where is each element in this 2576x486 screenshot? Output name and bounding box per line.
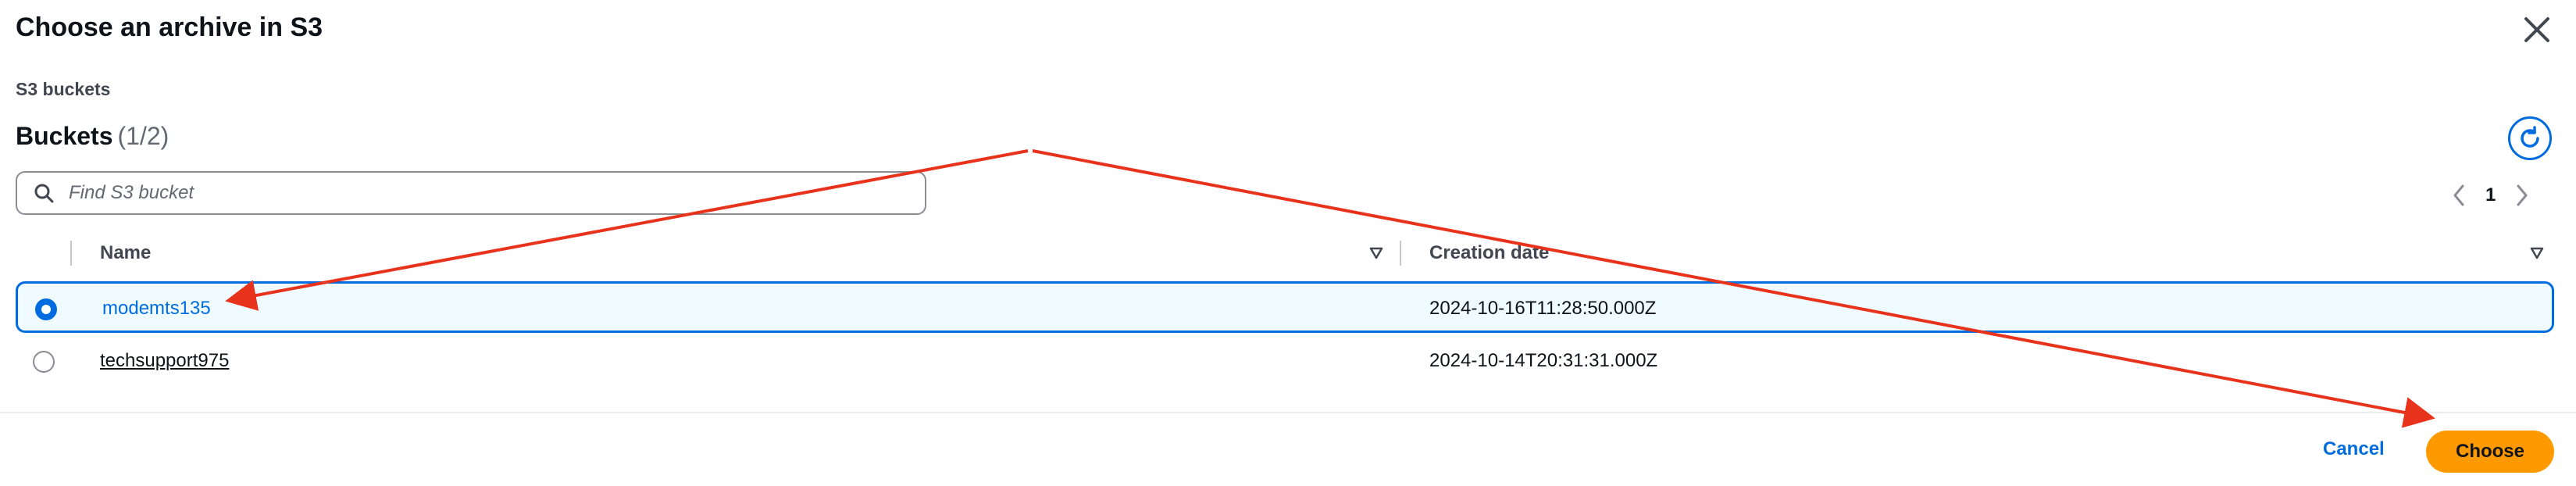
column-divider <box>1400 241 1401 266</box>
creation-date-cell: 2024-10-14T20:31:31.000Z <box>1429 350 1658 371</box>
current-page[interactable]: 1 <box>2485 184 2496 206</box>
bucket-name-link[interactable]: techsupport975 <box>100 350 229 372</box>
refresh-icon <box>2521 126 2539 148</box>
buckets-heading: Buckets (1/2) <box>16 122 169 151</box>
sort-name-button[interactable] <box>1368 245 1384 261</box>
search-input[interactable] <box>67 181 851 205</box>
footer-divider <box>0 412 2576 413</box>
refresh-button[interactable] <box>2508 116 2552 160</box>
row-radio[interactable] <box>33 351 55 373</box>
breadcrumb: S3 buckets <box>16 79 111 99</box>
column-divider <box>70 241 72 266</box>
buckets-table: Name Creation date modemts135 2024-10-16… <box>16 234 2554 373</box>
cancel-button[interactable]: Cancel <box>2318 438 2389 461</box>
bucket-name-link[interactable]: modemts135 <box>102 298 211 320</box>
sort-down-icon <box>2530 247 2544 259</box>
sort-creation-date-button[interactable] <box>2529 245 2545 261</box>
column-header-name[interactable]: Name <box>100 242 151 264</box>
close-button[interactable] <box>2521 14 2553 45</box>
dialog-title: Choose an archive in S3 <box>16 13 323 42</box>
column-header-creation-date[interactable]: Creation date <box>1429 242 1549 264</box>
search-icon <box>33 181 56 205</box>
row-radio-selected[interactable] <box>35 298 57 320</box>
previous-page-button[interactable] <box>2445 181 2473 209</box>
chevron-left-icon <box>2453 184 2464 206</box>
buckets-count: (1/2) <box>117 122 169 150</box>
buckets-heading-label: Buckets <box>16 122 113 150</box>
choose-archive-dialog: Choose an archive in S3 S3 buckets Bucke… <box>0 0 2576 486</box>
pagination: 1 <box>2445 180 2536 211</box>
sort-down-icon <box>1369 247 1383 259</box>
choose-button[interactable]: Choose <box>2426 431 2554 473</box>
next-page-button[interactable] <box>2508 181 2536 209</box>
chevron-right-icon <box>2517 184 2528 206</box>
close-icon <box>2524 17 2549 42</box>
search-box[interactable] <box>16 171 926 215</box>
table-row[interactable]: modemts135 2024-10-16T11:28:50.000Z <box>16 281 2554 333</box>
table-row[interactable]: techsupport975 2024-10-14T20:31:31.000Z <box>16 336 2554 388</box>
creation-date-cell: 2024-10-16T11:28:50.000Z <box>1429 298 1657 319</box>
table-header: Name Creation date <box>16 234 2554 272</box>
